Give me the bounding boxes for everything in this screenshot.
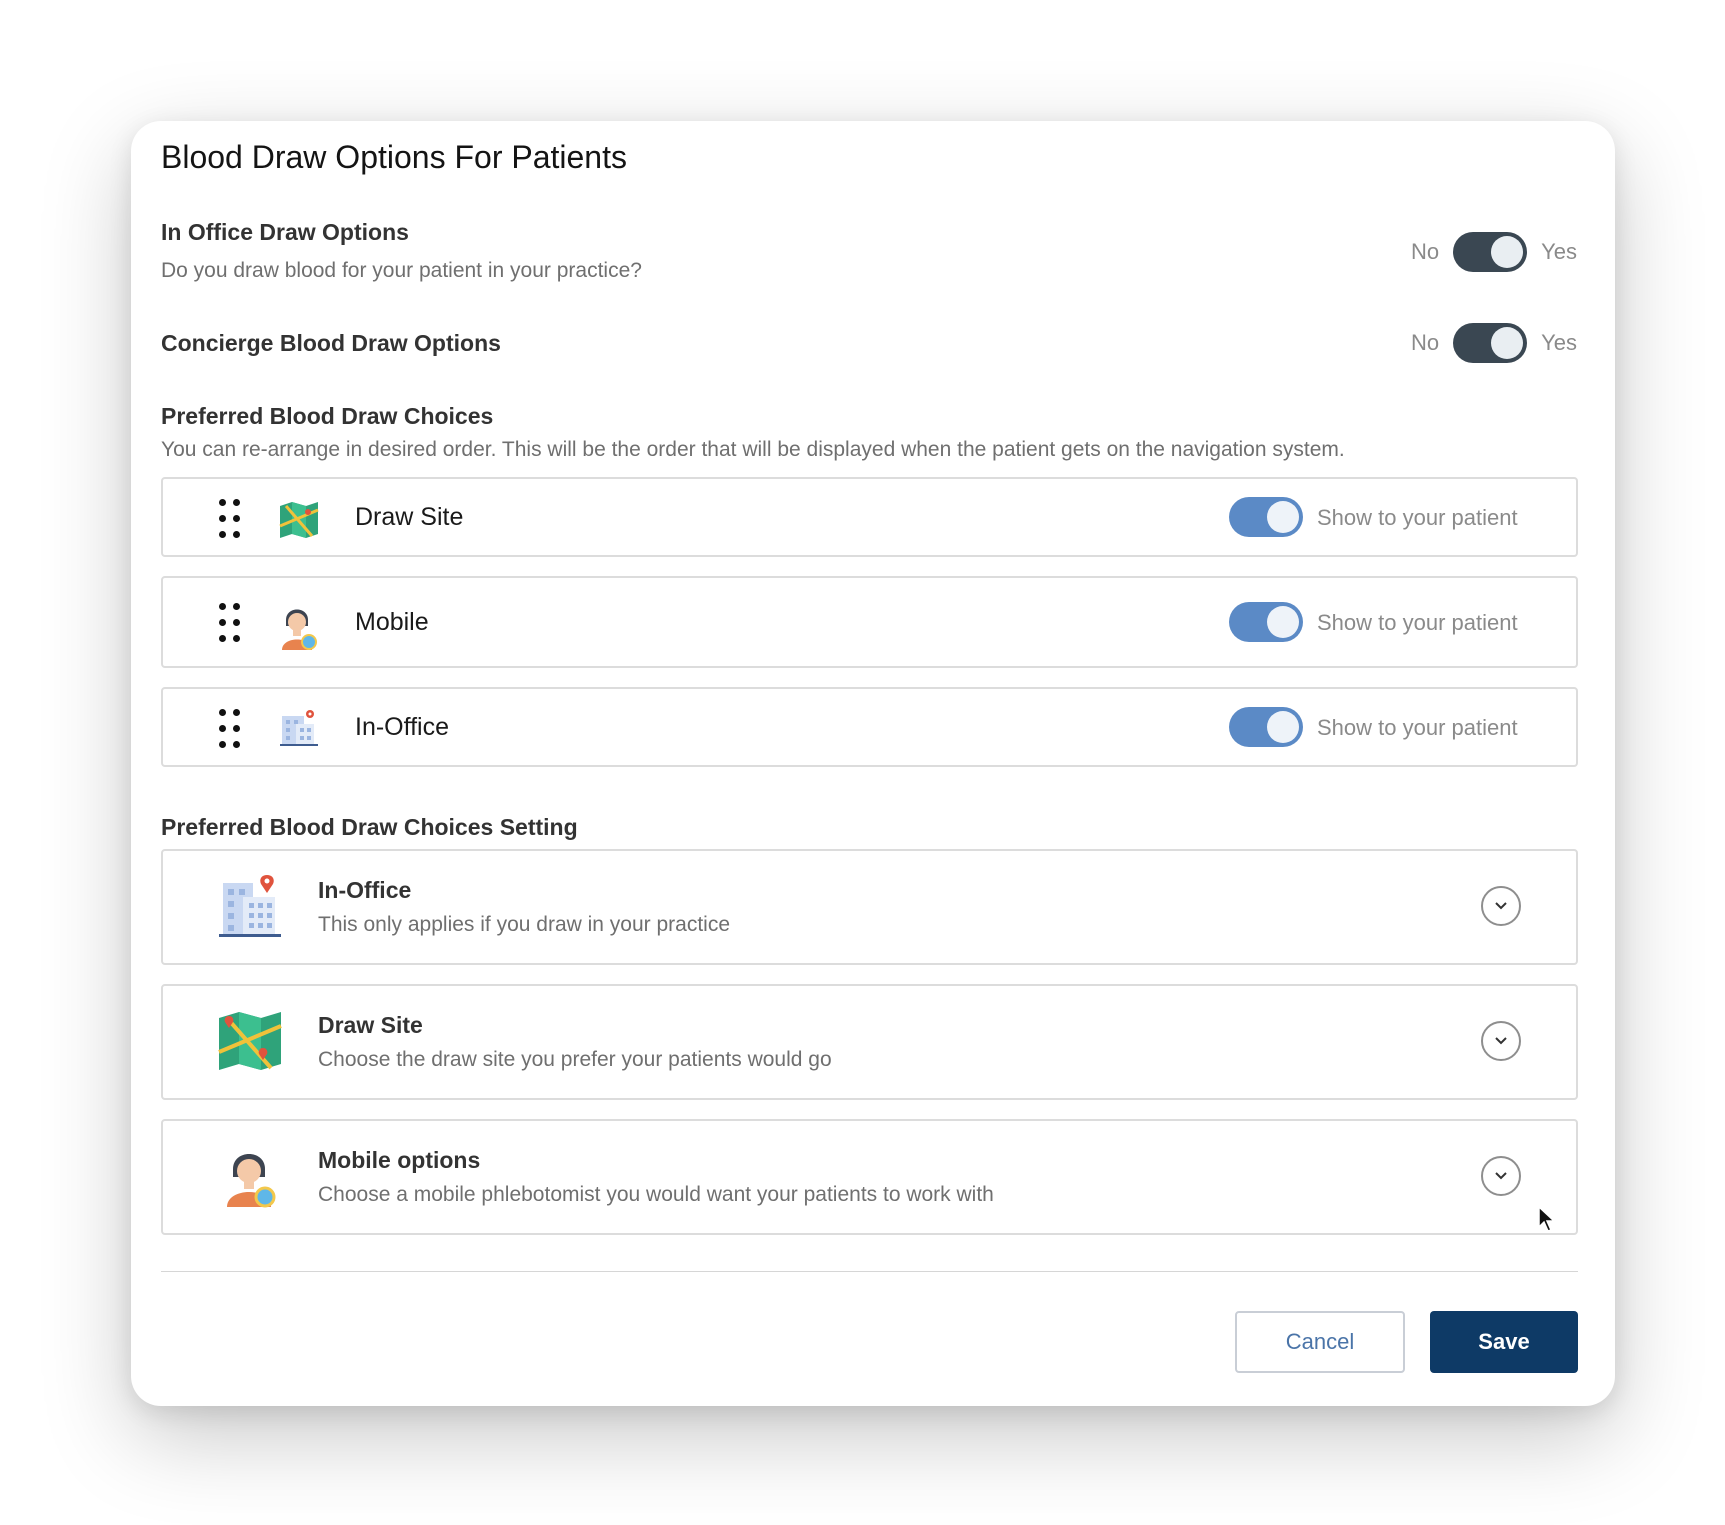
preferred-description: You can re-arrange in desired order. Thi…: [161, 438, 1345, 461]
map-icon: [279, 502, 319, 538]
toggle-knob: [1491, 327, 1524, 359]
setting-title: Mobile options: [318, 1147, 481, 1173]
setting-title: In-Office: [318, 877, 412, 903]
choice-row-in-office[interactable]: In-Office Show to your patient: [161, 687, 1578, 767]
phlebotomist-icon: [282, 609, 317, 650]
in-office-no-label: No: [1410, 239, 1440, 264]
in-office-description: Do you draw blood for your patient in yo…: [161, 259, 642, 282]
concierge-no-label: No: [1410, 330, 1440, 355]
expand-chevron-button[interactable]: [1481, 886, 1521, 926]
blood-draw-options-dialog: Blood Draw Options For Patients In Offic…: [131, 121, 1615, 1406]
chevron-down-icon: [1495, 1172, 1507, 1180]
setting-description: Choose the draw site you prefer your pat…: [318, 1048, 832, 1071]
choice-label: In-Office: [355, 713, 450, 741]
setting-description: Choose a mobile phlebotomist you would w…: [318, 1183, 994, 1206]
dialog-title: Blood Draw Options For Patients: [161, 139, 627, 175]
show-to-patient-toggle[interactable]: [1229, 707, 1303, 747]
in-office-yes-label: Yes: [1541, 239, 1577, 264]
concierge-toggle[interactable]: [1453, 323, 1528, 363]
in-office-toggle[interactable]: [1453, 232, 1528, 272]
drag-handle-icon[interactable]: [219, 499, 245, 539]
toggle-knob: [1267, 606, 1299, 638]
choice-row-draw-site[interactable]: Draw Site Show to your patient: [161, 477, 1578, 557]
building-icon: [219, 875, 281, 937]
preferred-title: Preferred Blood Draw Choices: [161, 403, 494, 429]
concierge-toggle-group: No Yes: [1411, 323, 1577, 363]
phlebotomist-icon: [227, 1154, 276, 1208]
setting-title: Draw Site: [318, 1012, 423, 1038]
setting-description: This only applies if you draw in your pr…: [318, 913, 731, 936]
show-to-patient-label: Show to your patient: [1317, 505, 1518, 530]
setting-row-mobile-options[interactable]: Mobile options Choose a mobile phlebotom…: [161, 1119, 1578, 1235]
footer-divider: [161, 1271, 1578, 1272]
drag-handle-icon[interactable]: [219, 709, 245, 749]
drag-handle-icon[interactable]: [219, 603, 245, 643]
chevron-down-icon: [1495, 902, 1507, 910]
expand-chevron-button[interactable]: [1481, 1021, 1521, 1061]
mouse-cursor-icon: [1538, 1205, 1556, 1232]
in-office-toggle-group: No Yes: [1411, 232, 1577, 272]
save-button[interactable]: Save: [1430, 1311, 1578, 1373]
chevron-down-icon: [1495, 1037, 1507, 1045]
setting-row-draw-site[interactable]: Draw Site Choose the draw site you prefe…: [161, 984, 1578, 1100]
toggle-knob: [1267, 711, 1299, 743]
concierge-yes-label: Yes: [1541, 330, 1577, 355]
concierge-title: Concierge Blood Draw Options: [161, 330, 501, 356]
cancel-button[interactable]: Cancel: [1235, 1311, 1405, 1373]
setting-row-in-office[interactable]: In-Office This only applies if you draw …: [161, 849, 1578, 965]
map-icon: [218, 1012, 282, 1070]
choice-row-mobile[interactable]: Mobile Show to your patient: [161, 576, 1578, 668]
choice-label: Draw Site: [355, 503, 464, 531]
show-to-patient-toggle[interactable]: [1229, 497, 1303, 537]
toggle-knob: [1491, 236, 1524, 268]
toggle-knob: [1267, 501, 1299, 533]
expand-chevron-button[interactable]: [1481, 1156, 1521, 1196]
building-icon: [280, 710, 318, 746]
show-to-patient-toggle[interactable]: [1229, 602, 1303, 642]
settings-title: Preferred Blood Draw Choices Setting: [161, 814, 578, 840]
show-to-patient-label: Show to your patient: [1317, 610, 1518, 635]
in-office-title: In Office Draw Options: [161, 219, 409, 245]
show-to-patient-label: Show to your patient: [1317, 715, 1518, 740]
choice-label: Mobile: [355, 608, 429, 636]
